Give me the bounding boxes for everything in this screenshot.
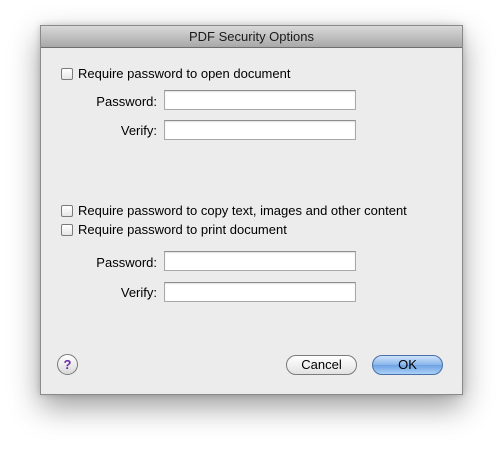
require-copy-password-row[interactable]: Require password to copy text, images an… [61, 203, 407, 218]
question-mark-icon: ? [63, 357, 72, 372]
permissions-password-field[interactable] [164, 251, 356, 271]
ok-button[interactable]: OK [372, 355, 443, 375]
permissions-verify-field[interactable] [164, 282, 356, 302]
require-print-password-label: Require password to print document [78, 222, 287, 237]
require-copy-password-checkbox[interactable] [61, 204, 73, 217]
require-print-password-checkbox[interactable] [61, 223, 73, 236]
require-open-password-label: Require password to open document [78, 66, 291, 81]
require-open-password-checkbox[interactable] [61, 67, 73, 80]
permissions-verify-label: Verify: [120, 285, 157, 300]
cancel-button[interactable]: Cancel [286, 355, 357, 375]
require-print-password-row[interactable]: Require password to print document [61, 222, 287, 237]
screen: PDF Security Options Require password to… [0, 0, 501, 449]
pdf-security-options-dialog: PDF Security Options Require password to… [40, 25, 463, 395]
require-copy-password-label: Require password to copy text, images an… [78, 203, 407, 218]
open-verify-label: Verify: [120, 123, 157, 138]
dialog-title: PDF Security Options [41, 26, 462, 48]
open-password-label: Password: [96, 94, 157, 109]
require-open-password-row[interactable]: Require password to open document [61, 66, 290, 81]
open-verify-field[interactable] [164, 120, 356, 140]
permissions-password-label: Password: [96, 255, 157, 270]
open-password-field[interactable] [164, 90, 356, 110]
help-button[interactable]: ? [57, 354, 78, 375]
